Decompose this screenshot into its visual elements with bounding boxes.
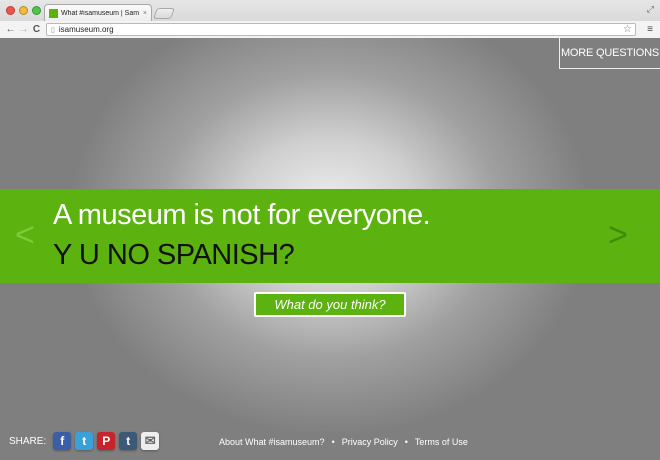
url-text: isamuseum.org: [58, 25, 114, 34]
about-link[interactable]: About What #isamuseum?: [219, 437, 325, 447]
close-window-button[interactable]: [6, 6, 15, 15]
share-label: SHARE:: [9, 435, 47, 447]
question-banner: < A museum is not for everyone. Y U NO S…: [0, 189, 660, 283]
menu-icon[interactable]: ≡: [647, 23, 653, 36]
pinterest-icon[interactable]: P: [97, 432, 116, 450]
window-controls: [6, 6, 41, 15]
fullscreen-icon[interactable]: ⤢: [647, 4, 654, 15]
previous-arrow-icon[interactable]: <: [15, 215, 35, 255]
forward-icon[interactable]: →: [17, 24, 30, 35]
separator: •: [404, 437, 408, 447]
page-viewport: MORE QUESTIONS < A museum is not for eve…: [0, 38, 660, 460]
browser-tab[interactable]: What #isamuseum | Sam D ×: [44, 4, 152, 21]
terms-of-use-link[interactable]: Terms of Use: [415, 437, 468, 447]
email-icon[interactable]: ✉: [141, 432, 160, 450]
subline: Y U NO SPANISH?: [53, 239, 295, 271]
headline: A museum is not for everyone.: [53, 199, 431, 231]
footer-links: About What #isamuseum? • Privacy Policy …: [219, 437, 468, 447]
new-tab-button[interactable]: [152, 8, 176, 19]
browser-toolbar: ← → C ▯ isamuseum.org ☆ ≡: [0, 21, 660, 38]
tumblr-icon[interactable]: t: [119, 432, 138, 450]
next-arrow-icon[interactable]: >: [608, 215, 628, 255]
tab-title: What #isamuseum | Sam D: [61, 9, 141, 17]
what-do-you-think-button[interactable]: What do you think?: [254, 292, 406, 317]
page-icon: ▯: [51, 26, 55, 34]
twitter-icon[interactable]: t: [75, 432, 94, 450]
share-bar: SHARE: f t P t ✉: [9, 432, 163, 450]
back-icon[interactable]: ←: [4, 24, 17, 35]
address-bar[interactable]: ▯ isamuseum.org ☆: [46, 23, 636, 36]
separator: •: [331, 437, 335, 447]
reload-icon[interactable]: C: [30, 24, 43, 35]
star-icon[interactable]: ☆: [623, 24, 632, 35]
favicon-icon: [49, 8, 58, 18]
facebook-icon[interactable]: f: [53, 432, 72, 450]
zoom-window-button[interactable]: [32, 6, 41, 15]
privacy-policy-link[interactable]: Privacy Policy: [342, 437, 398, 447]
tab-close-icon[interactable]: ×: [143, 10, 147, 17]
more-questions-button[interactable]: MORE QUESTIONS: [559, 38, 660, 69]
minimize-window-button[interactable]: [19, 6, 28, 15]
browser-chrome: What #isamuseum | Sam D × ⤢ ← → C ▯ isam…: [0, 0, 660, 38]
